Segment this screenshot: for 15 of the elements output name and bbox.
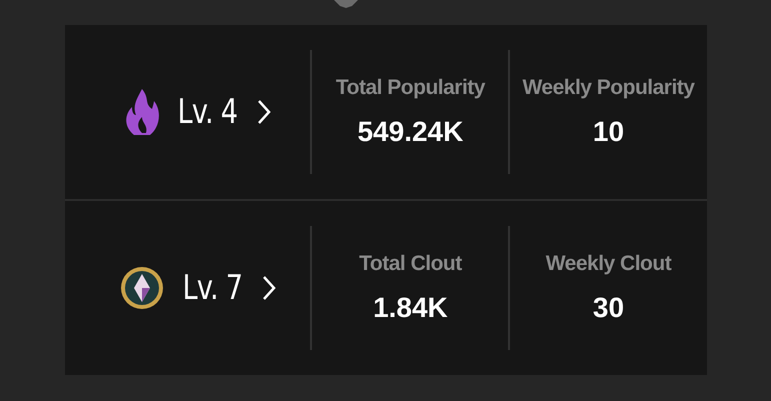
chevron-right-icon	[256, 99, 271, 125]
stat-value: 549.24K	[357, 116, 464, 148]
stat-value: 1.84K	[373, 292, 448, 324]
stat-value: 30	[592, 292, 624, 324]
chevron-right-icon	[262, 275, 276, 301]
flame-icon	[124, 87, 160, 137]
stat-label: Weekly Clout	[546, 252, 672, 276]
stat-value: 10	[592, 116, 624, 148]
stat-label: Total Clout	[359, 252, 462, 276]
level-link[interactable]: Lv. 4	[170, 92, 271, 132]
emblem-icon	[334, 0, 358, 8]
level-link[interactable]: Lv. 7	[175, 268, 276, 308]
stat-label: Weekly Popularity	[522, 76, 694, 100]
gem-badge-icon	[119, 265, 166, 311]
stat-label: Total Popularity	[336, 76, 485, 100]
